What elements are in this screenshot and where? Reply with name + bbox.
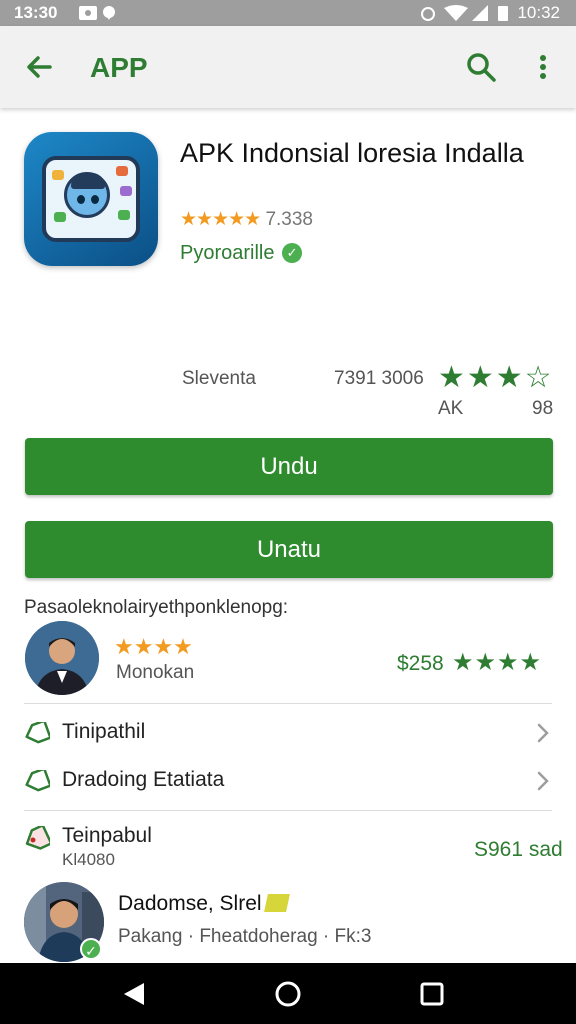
reviewer-name: Monokan (116, 662, 195, 683)
robot-eye (77, 195, 85, 204)
stats-value: 7391 3006 (334, 368, 424, 389)
app-name: APK Indonsial loresia Indalla (180, 138, 524, 168)
highlight-mark-icon (263, 894, 290, 912)
review-price: $258 (397, 652, 444, 675)
nav-back-icon[interactable] (120, 980, 148, 1008)
stats-sub-right: 98 (532, 398, 554, 419)
tag-icon (24, 767, 52, 792)
verified-icon: ✓ (282, 243, 303, 263)
app-icon (24, 132, 158, 266)
rating-stars: ★★★★★ (180, 209, 261, 230)
install-button[interactable]: Undu (25, 438, 553, 495)
search-icon[interactable] (464, 50, 498, 84)
promo-price: S961 sad (474, 838, 563, 861)
system-nav-bar (0, 963, 576, 1024)
developer-name: Pyoroarille (180, 242, 275, 264)
verified-badge-icon: ✓ (80, 938, 102, 960)
page-title: APP (90, 52, 148, 83)
list-item-label: Tinipathil (62, 720, 146, 743)
app-icon-chip (118, 210, 130, 220)
back-arrow-icon[interactable] (22, 50, 56, 84)
stats-stars: ★★★☆ (438, 361, 554, 394)
robot-eye (91, 195, 99, 204)
promo-title[interactable]: Teinpabul (62, 824, 152, 848)
chevron-right-icon (535, 770, 551, 792)
tag-icon (24, 719, 52, 744)
developer-link[interactable]: Pyoroarille ✓ (180, 242, 303, 265)
user-meta: Pakang · Fheatdoherag · Fk:3 (118, 926, 372, 947)
nav-home-icon[interactable] (274, 980, 302, 1008)
divider (24, 703, 552, 704)
divider (24, 810, 552, 811)
status-bar: 13:30 10:32 (0, 0, 576, 26)
secondary-button[interactable]: Unatu (25, 521, 553, 578)
rating-value: 7.338 (265, 209, 313, 230)
status-time-right: 10:32 (517, 3, 560, 22)
app-rating: ★★★★★ 7.338 (180, 208, 313, 231)
promo-subtitle: Kl4080 (62, 850, 115, 869)
robot-face-icon (64, 172, 110, 218)
app-icon-chip (54, 212, 66, 222)
more-vert-icon[interactable] (530, 50, 556, 84)
list-item-label: Dradoing Etatiata (62, 768, 225, 791)
app-icon-chip (52, 170, 64, 180)
review-price-stars: ★★★★ (452, 649, 543, 676)
user-name: Dadomse, Slrel (118, 892, 262, 915)
app-icon-chip (120, 186, 132, 196)
app-bar: APP (0, 26, 576, 108)
list-item[interactable]: Tinipathil (0, 710, 576, 758)
notification-icon (78, 4, 118, 27)
chevron-right-icon (535, 722, 551, 744)
section-label: Pasaoleknolairyethponklenopg: (24, 597, 289, 618)
review-stars: ★★★★ (114, 634, 193, 659)
app-icon-chip (116, 166, 128, 176)
promo-tag-icon (24, 824, 53, 852)
status-time: 13:30 (14, 3, 58, 22)
signal-icons (420, 4, 512, 27)
list-item[interactable]: Dradoing Etatiata (0, 758, 576, 806)
reviewer-avatar[interactable] (25, 621, 99, 695)
nav-recents-icon[interactable] (418, 980, 446, 1008)
stats-sub-left: AK (438, 398, 464, 419)
user-name-row: Dadomse, Slrel (118, 892, 290, 916)
stats-label: Sleventa (182, 368, 256, 389)
